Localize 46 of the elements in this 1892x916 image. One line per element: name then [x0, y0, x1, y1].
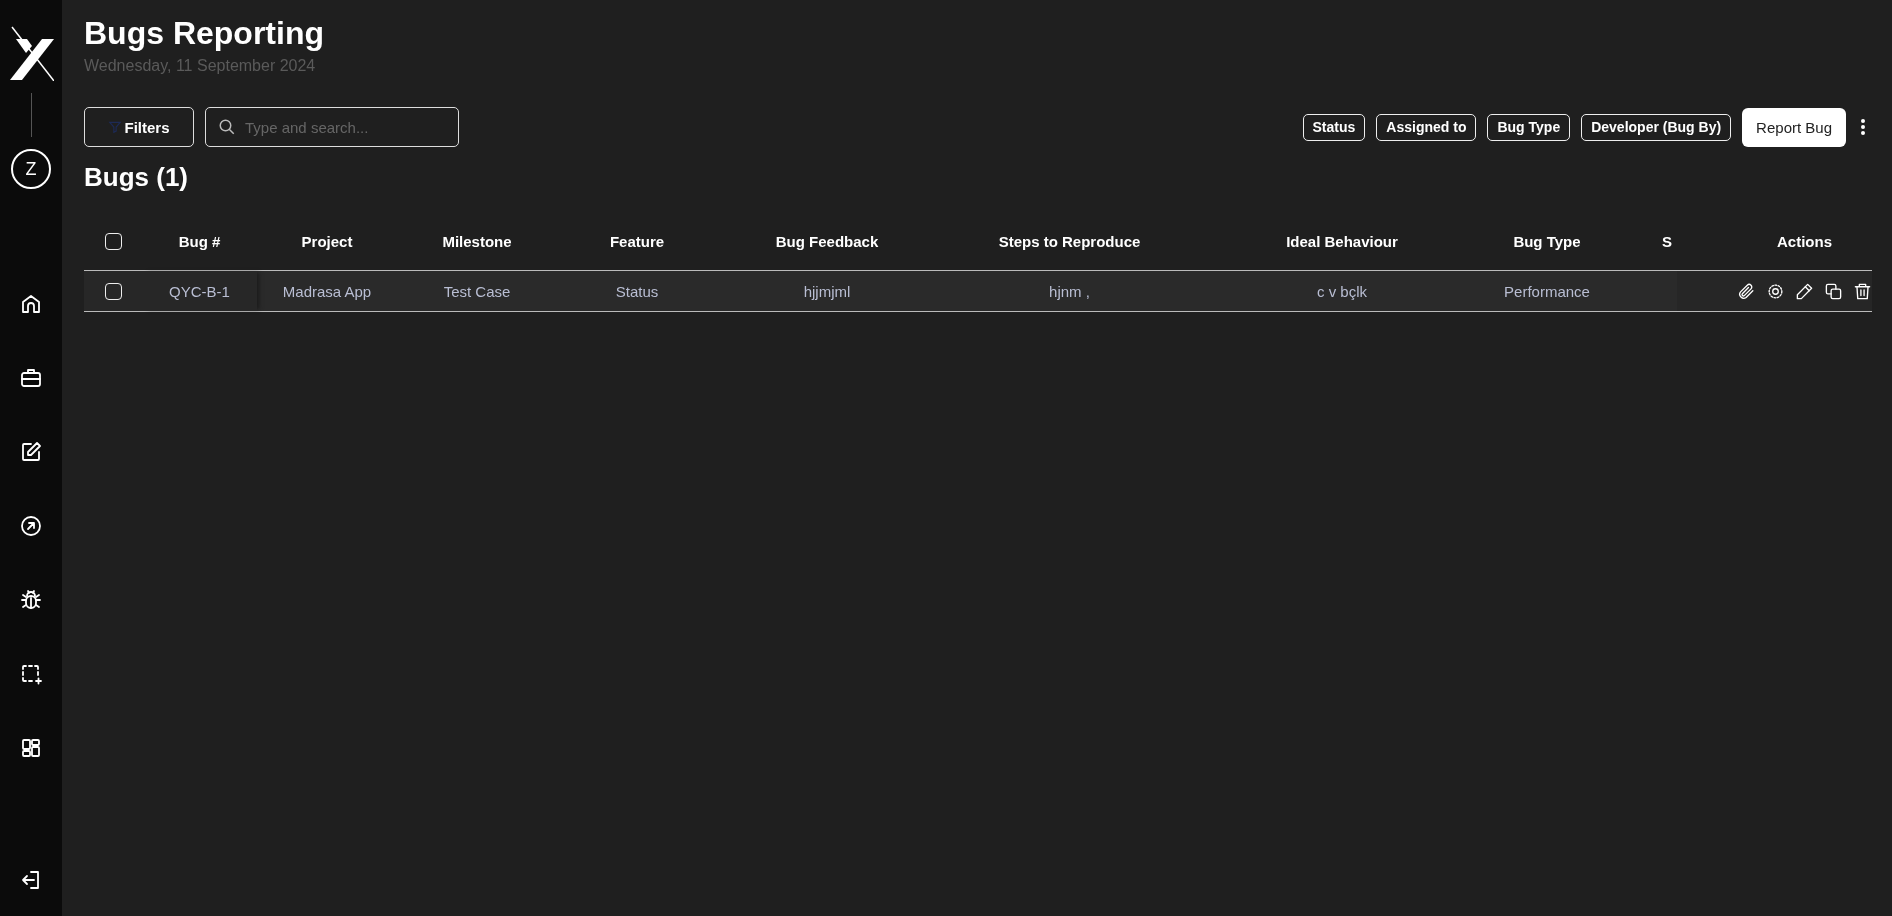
- table-cell-text: Status: [614, 281, 660, 302]
- table-cell: QYC-B-1: [142, 271, 257, 311]
- page-title: Bugs Reporting: [84, 14, 325, 53]
- edit-icon[interactable]: [19, 440, 43, 464]
- column-header: Steps to Reproduce: [997, 232, 1142, 252]
- filter-chip[interactable]: Status: [1302, 113, 1366, 141]
- dashed-circle-icon[interactable]: [1766, 281, 1785, 301]
- bug-icon[interactable]: [19, 588, 43, 612]
- column-header: Ideal Behaviour: [1285, 232, 1399, 252]
- briefcase-icon[interactable]: [19, 366, 43, 390]
- add-selection-icon[interactable]: [19, 662, 43, 686]
- more-icon[interactable]: [1860, 118, 1866, 136]
- column-header: Project: [300, 232, 354, 252]
- column-header: Milestone: [441, 232, 513, 252]
- table-cell-text: c v bçlk: [1316, 281, 1368, 302]
- filter-chip[interactable]: Assigned to: [1376, 113, 1477, 141]
- column-header: Feature: [608, 232, 666, 252]
- column-header: Bug Type: [1512, 232, 1582, 252]
- delete-icon[interactable]: [1853, 281, 1872, 301]
- arrow-circle-icon[interactable]: [19, 514, 43, 538]
- dashboard-icon[interactable]: [19, 736, 43, 760]
- paperclip-icon[interactable]: [1737, 281, 1756, 301]
- avatar[interactable]: Z: [11, 149, 51, 189]
- table-cell-text: hjjmjml: [802, 281, 852, 302]
- report-bug-button[interactable]: Report Bug: [1742, 107, 1846, 147]
- table-cell-text: Madrasa App: [281, 281, 373, 302]
- filter-chip[interactable]: Developer (Bug By): [1581, 113, 1732, 141]
- table-cell-text: Test Case: [442, 281, 512, 302]
- funnel-icon: [108, 120, 123, 134]
- search-field[interactable]: Type and search...: [205, 107, 459, 147]
- checkbox[interactable]: [104, 233, 122, 250]
- column-header: S: [1662, 232, 1673, 252]
- table-cell-text: Performance: [1503, 281, 1591, 302]
- section-title: Bugs (1): [84, 161, 189, 193]
- table-cell-text: hjnm ,: [1048, 281, 1091, 302]
- filters-button[interactable]: Filters: [84, 107, 194, 147]
- search-icon: [218, 118, 236, 136]
- filter-chip[interactable]: Bug Type: [1487, 113, 1571, 141]
- column-header: Bug #: [177, 232, 222, 252]
- copy-icon[interactable]: [1824, 281, 1843, 301]
- pencil-icon[interactable]: [1795, 281, 1814, 301]
- home-icon[interactable]: [19, 292, 43, 316]
- column-header: Bug Feedback: [774, 232, 880, 252]
- logo-icon: [8, 25, 54, 81]
- date-text: Wednesday, 11 September 2024: [84, 57, 317, 75]
- checkbox[interactable]: [104, 282, 122, 300]
